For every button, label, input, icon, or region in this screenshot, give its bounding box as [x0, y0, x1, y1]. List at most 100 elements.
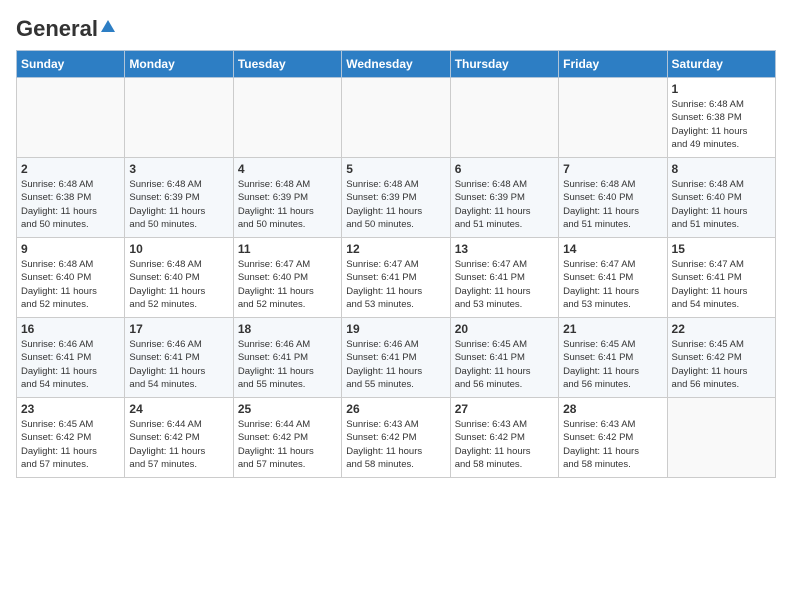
day-info: Sunrise: 6:45 AM Sunset: 6:42 PM Dayligh…: [672, 338, 771, 391]
day-info: Sunrise: 6:46 AM Sunset: 6:41 PM Dayligh…: [129, 338, 228, 391]
calendar-cell: 21 Sunrise: 6:45 AM Sunset: 6:41 PM Dayli…: [559, 318, 667, 398]
day-info: Sunrise: 6:48 AM Sunset: 6:40 PM Dayligh…: [129, 258, 228, 311]
day-info: Sunrise: 6:45 AM Sunset: 6:42 PM Dayligh…: [21, 418, 120, 471]
day-info: Sunrise: 6:48 AM Sunset: 6:39 PM Dayligh…: [129, 178, 228, 231]
day-number: 18: [238, 322, 337, 336]
day-info: Sunrise: 6:48 AM Sunset: 6:39 PM Dayligh…: [238, 178, 337, 231]
day-number: 25: [238, 402, 337, 416]
day-info: Sunrise: 6:46 AM Sunset: 6:41 PM Dayligh…: [346, 338, 445, 391]
calendar-cell: [667, 398, 775, 478]
calendar-cell: 8 Sunrise: 6:48 AM Sunset: 6:40 PM Daylig…: [667, 158, 775, 238]
day-info: Sunrise: 6:48 AM Sunset: 6:38 PM Dayligh…: [672, 98, 771, 151]
day-number: 6: [455, 162, 554, 176]
day-number: 28: [563, 402, 662, 416]
calendar-cell: 24 Sunrise: 6:44 AM Sunset: 6:42 PM Dayli…: [125, 398, 233, 478]
day-info: Sunrise: 6:46 AM Sunset: 6:41 PM Dayligh…: [21, 338, 120, 391]
calendar-cell: 9 Sunrise: 6:48 AM Sunset: 6:40 PM Daylig…: [17, 238, 125, 318]
calendar-cell: 23 Sunrise: 6:45 AM Sunset: 6:42 PM Dayli…: [17, 398, 125, 478]
calendar-cell: 17 Sunrise: 6:46 AM Sunset: 6:41 PM Dayli…: [125, 318, 233, 398]
logo-general: General: [16, 16, 98, 42]
weekday-header-saturday: Saturday: [667, 51, 775, 78]
calendar-cell: 25 Sunrise: 6:44 AM Sunset: 6:42 PM Dayli…: [233, 398, 341, 478]
calendar-cell: [559, 78, 667, 158]
day-number: 16: [21, 322, 120, 336]
weekday-header-friday: Friday: [559, 51, 667, 78]
day-info: Sunrise: 6:47 AM Sunset: 6:41 PM Dayligh…: [346, 258, 445, 311]
day-number: 17: [129, 322, 228, 336]
calendar-cell: 27 Sunrise: 6:43 AM Sunset: 6:42 PM Dayli…: [450, 398, 558, 478]
day-number: 24: [129, 402, 228, 416]
day-number: 1: [672, 82, 771, 96]
calendar-cell: 12 Sunrise: 6:47 AM Sunset: 6:41 PM Dayli…: [342, 238, 450, 318]
day-number: 14: [563, 242, 662, 256]
day-number: 15: [672, 242, 771, 256]
day-info: Sunrise: 6:46 AM Sunset: 6:41 PM Dayligh…: [238, 338, 337, 391]
calendar-cell: 15 Sunrise: 6:47 AM Sunset: 6:41 PM Dayli…: [667, 238, 775, 318]
calendar-cell: [342, 78, 450, 158]
day-info: Sunrise: 6:48 AM Sunset: 6:40 PM Dayligh…: [21, 258, 120, 311]
day-info: Sunrise: 6:44 AM Sunset: 6:42 PM Dayligh…: [238, 418, 337, 471]
calendar-cell: 28 Sunrise: 6:43 AM Sunset: 6:42 PM Dayli…: [559, 398, 667, 478]
day-info: Sunrise: 6:43 AM Sunset: 6:42 PM Dayligh…: [563, 418, 662, 471]
calendar-cell: 14 Sunrise: 6:47 AM Sunset: 6:41 PM Dayli…: [559, 238, 667, 318]
day-info: Sunrise: 6:47 AM Sunset: 6:41 PM Dayligh…: [563, 258, 662, 311]
day-number: 9: [21, 242, 120, 256]
day-info: Sunrise: 6:48 AM Sunset: 6:40 PM Dayligh…: [672, 178, 771, 231]
logo: General: [16, 16, 117, 38]
weekday-header-tuesday: Tuesday: [233, 51, 341, 78]
calendar-table: SundayMondayTuesdayWednesdayThursdayFrid…: [16, 50, 776, 478]
calendar-cell: 3 Sunrise: 6:48 AM Sunset: 6:39 PM Daylig…: [125, 158, 233, 238]
day-number: 22: [672, 322, 771, 336]
day-info: Sunrise: 6:43 AM Sunset: 6:42 PM Dayligh…: [455, 418, 554, 471]
day-number: 12: [346, 242, 445, 256]
page-header: General: [16, 16, 776, 38]
day-info: Sunrise: 6:45 AM Sunset: 6:41 PM Dayligh…: [563, 338, 662, 391]
day-number: 2: [21, 162, 120, 176]
day-number: 20: [455, 322, 554, 336]
calendar-cell: 11 Sunrise: 6:47 AM Sunset: 6:40 PM Dayli…: [233, 238, 341, 318]
day-info: Sunrise: 6:48 AM Sunset: 6:38 PM Dayligh…: [21, 178, 120, 231]
day-info: Sunrise: 6:48 AM Sunset: 6:40 PM Dayligh…: [563, 178, 662, 231]
day-info: Sunrise: 6:43 AM Sunset: 6:42 PM Dayligh…: [346, 418, 445, 471]
logo-icon: [99, 18, 117, 36]
calendar-cell: 4 Sunrise: 6:48 AM Sunset: 6:39 PM Daylig…: [233, 158, 341, 238]
day-number: 27: [455, 402, 554, 416]
calendar-cell: 6 Sunrise: 6:48 AM Sunset: 6:39 PM Daylig…: [450, 158, 558, 238]
day-number: 26: [346, 402, 445, 416]
calendar-cell: 2 Sunrise: 6:48 AM Sunset: 6:38 PM Daylig…: [17, 158, 125, 238]
calendar-cell: [450, 78, 558, 158]
day-number: 11: [238, 242, 337, 256]
calendar-cell: 7 Sunrise: 6:48 AM Sunset: 6:40 PM Daylig…: [559, 158, 667, 238]
calendar-cell: 13 Sunrise: 6:47 AM Sunset: 6:41 PM Dayli…: [450, 238, 558, 318]
day-number: 7: [563, 162, 662, 176]
day-info: Sunrise: 6:45 AM Sunset: 6:41 PM Dayligh…: [455, 338, 554, 391]
calendar-cell: [17, 78, 125, 158]
calendar-cell: 19 Sunrise: 6:46 AM Sunset: 6:41 PM Dayli…: [342, 318, 450, 398]
calendar-cell: 18 Sunrise: 6:46 AM Sunset: 6:41 PM Dayli…: [233, 318, 341, 398]
day-info: Sunrise: 6:47 AM Sunset: 6:41 PM Dayligh…: [672, 258, 771, 311]
calendar-cell: 5 Sunrise: 6:48 AM Sunset: 6:39 PM Daylig…: [342, 158, 450, 238]
calendar-cell: 26 Sunrise: 6:43 AM Sunset: 6:42 PM Dayli…: [342, 398, 450, 478]
day-number: 13: [455, 242, 554, 256]
calendar-cell: 16 Sunrise: 6:46 AM Sunset: 6:41 PM Dayli…: [17, 318, 125, 398]
day-number: 10: [129, 242, 228, 256]
calendar-cell: 22 Sunrise: 6:45 AM Sunset: 6:42 PM Dayli…: [667, 318, 775, 398]
weekday-header-wednesday: Wednesday: [342, 51, 450, 78]
day-number: 4: [238, 162, 337, 176]
day-number: 21: [563, 322, 662, 336]
day-number: 5: [346, 162, 445, 176]
calendar-cell: [233, 78, 341, 158]
calendar-cell: 1 Sunrise: 6:48 AM Sunset: 6:38 PM Daylig…: [667, 78, 775, 158]
day-info: Sunrise: 6:47 AM Sunset: 6:41 PM Dayligh…: [455, 258, 554, 311]
day-info: Sunrise: 6:44 AM Sunset: 6:42 PM Dayligh…: [129, 418, 228, 471]
calendar-cell: 10 Sunrise: 6:48 AM Sunset: 6:40 PM Dayli…: [125, 238, 233, 318]
calendar-cell: 20 Sunrise: 6:45 AM Sunset: 6:41 PM Dayli…: [450, 318, 558, 398]
day-number: 23: [21, 402, 120, 416]
day-info: Sunrise: 6:48 AM Sunset: 6:39 PM Dayligh…: [346, 178, 445, 231]
day-number: 8: [672, 162, 771, 176]
weekday-header-thursday: Thursday: [450, 51, 558, 78]
day-number: 3: [129, 162, 228, 176]
day-info: Sunrise: 6:48 AM Sunset: 6:39 PM Dayligh…: [455, 178, 554, 231]
day-info: Sunrise: 6:47 AM Sunset: 6:40 PM Dayligh…: [238, 258, 337, 311]
day-number: 19: [346, 322, 445, 336]
